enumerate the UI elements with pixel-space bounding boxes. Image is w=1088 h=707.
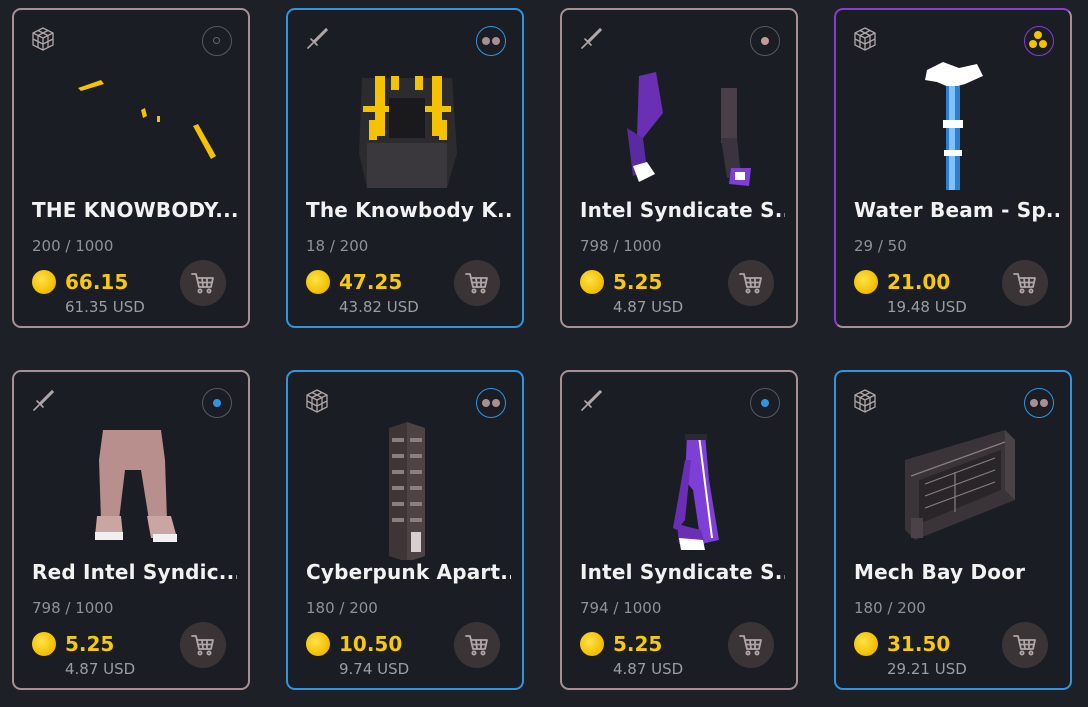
cube-icon [304,388,330,414]
item-supply: 18 / 200 [306,237,369,255]
rarity-two-dots-icon [476,26,506,56]
item-name[interactable]: THE KNOWBODY... [32,198,237,222]
item-name[interactable]: Cyberpunk Apart... [306,560,511,584]
rarity-two-dots-icon [476,388,506,418]
shopping-cart-icon [464,632,490,658]
item-art-bay-door [905,430,1015,540]
item-card[interactable]: Intel Syndicate S... 794 / 1000 5.25 4.8… [560,370,798,690]
item-name[interactable]: Red Intel Syndic... [32,560,237,584]
item-price-usd: 61.35 USD [65,298,145,316]
item-price-usd: 43.82 USD [339,298,419,316]
sword-icon [30,388,56,414]
rarity-one-dot-icon [202,388,232,418]
item-price-usd: 4.87 USD [613,660,684,678]
add-to-cart-button[interactable] [1002,622,1048,668]
cube-icon [852,388,878,414]
item-name[interactable]: Intel Syndicate S... [580,198,785,222]
item-price: 5.25 [613,270,663,294]
coin-icon [854,632,878,656]
rarity-two-dots-icon [1024,388,1054,418]
item-price: 31.50 [887,632,951,656]
rarity-empty-icon [202,26,232,56]
coin-icon [580,270,604,294]
coin-icon [32,270,56,294]
coin-icon [32,632,56,656]
coin-icon [854,270,878,294]
item-supply: 180 / 200 [854,599,926,617]
add-to-cart-button[interactable] [454,260,500,306]
item-price: 66.15 [65,270,129,294]
rarity-one-dot-icon [750,26,780,56]
item-price: 5.25 [613,632,663,656]
add-to-cart-button[interactable] [180,622,226,668]
item-price: 21.00 [887,270,951,294]
item-price-usd: 19.48 USD [887,298,967,316]
coin-icon [306,632,330,656]
item-card[interactable]: THE KNOWBODY... 200 / 1000 66.15 61.35 U… [12,8,250,328]
item-art-purple-boots [673,434,719,550]
sword-icon [578,388,604,414]
item-art-yellow-shards [78,80,216,159]
item-supply: 798 / 1000 [580,237,662,255]
item-price: 5.25 [65,632,115,656]
item-supply: 29 / 50 [854,237,907,255]
item-card[interactable]: The Knowbody K... 18 / 200 47.25 43.82 U… [286,8,524,328]
item-supply: 200 / 1000 [32,237,114,255]
item-name[interactable]: Mech Bay Door [854,560,1059,584]
item-name[interactable]: Water Beam - Sp... [854,198,1059,222]
item-name[interactable]: Intel Syndicate S... [580,560,785,584]
item-art-water-beam [925,62,983,190]
shopping-cart-icon [190,632,216,658]
shopping-cart-icon [1012,270,1038,296]
item-supply: 180 / 200 [306,599,378,617]
cube-icon [30,26,56,52]
shopping-cart-icon [190,270,216,296]
item-price-usd: 9.74 USD [339,660,410,678]
add-to-cart-button[interactable] [728,622,774,668]
shopping-cart-icon [738,270,764,296]
item-supply: 794 / 1000 [580,599,662,617]
item-card[interactable]: Mech Bay Door 180 / 200 31.50 29.21 USD [834,370,1072,690]
sword-icon [578,26,604,52]
item-price-usd: 4.87 USD [65,660,136,678]
rarity-one-dot-icon [750,388,780,418]
coin-icon [580,632,604,656]
item-art-pink-pants [95,430,177,542]
item-card[interactable]: Cyberpunk Apart... 180 / 200 10.50 9.74 … [286,370,524,690]
item-price: 47.25 [339,270,403,294]
add-to-cart-button[interactable] [180,260,226,306]
add-to-cart-button[interactable] [454,622,500,668]
item-price-usd: 4.87 USD [613,298,684,316]
shopping-cart-icon [738,632,764,658]
item-art-tower [389,422,425,560]
rarity-three-dots-icon [1024,26,1054,56]
add-to-cart-button[interactable] [1002,260,1048,306]
item-price-usd: 29.21 USD [887,660,967,678]
item-card[interactable]: Intel Syndicate S... 798 / 1000 5.25 4.8… [560,8,798,328]
item-price: 10.50 [339,632,403,656]
shopping-cart-icon [464,270,490,296]
sword-icon [304,26,330,52]
item-art-striped-helmet [359,76,457,188]
item-supply: 798 / 1000 [32,599,114,617]
item-art-purple-legs [627,72,751,186]
item-name[interactable]: The Knowbody K... [306,198,511,222]
add-to-cart-button[interactable] [728,260,774,306]
item-card[interactable]: Red Intel Syndic... 798 / 1000 5.25 4.87… [12,370,250,690]
item-card[interactable]: Water Beam - Sp... 29 / 50 21.00 19.48 U… [834,8,1072,328]
coin-icon [306,270,330,294]
cube-icon [852,26,878,52]
shopping-cart-icon [1012,632,1038,658]
